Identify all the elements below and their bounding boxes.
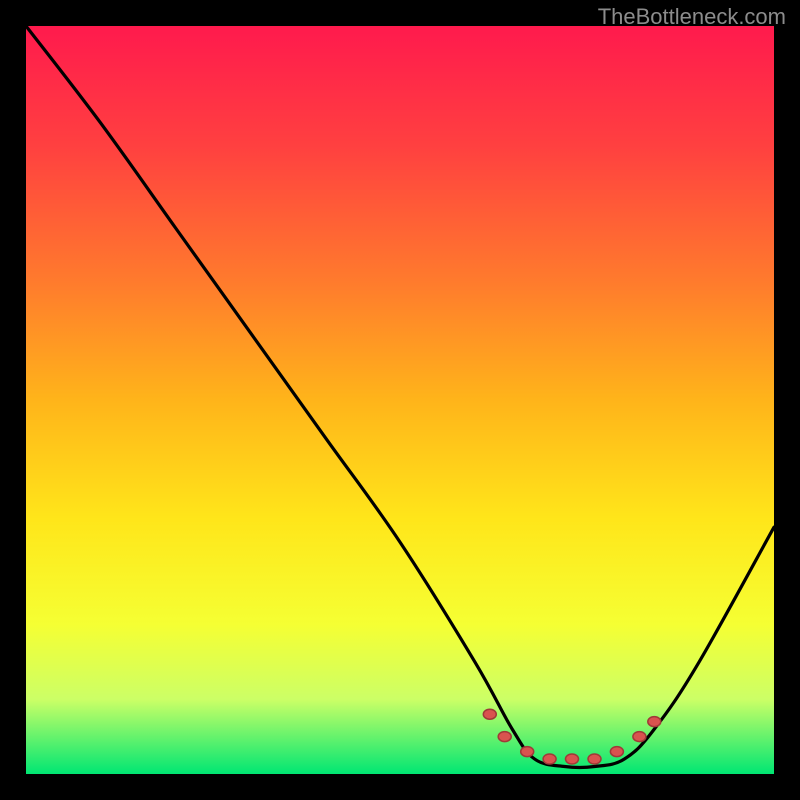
optimal-dot	[498, 732, 511, 742]
optimal-dot	[588, 754, 601, 764]
optimal-dot	[566, 754, 579, 764]
optimal-dot	[521, 747, 534, 757]
optimal-dot	[610, 747, 623, 757]
watermark-text: TheBottleneck.com	[598, 4, 786, 30]
optimal-dot	[543, 754, 556, 764]
optimal-dot	[483, 709, 496, 719]
optimal-dots-group	[483, 709, 661, 764]
optimal-dot	[633, 732, 646, 742]
optimal-dot	[648, 717, 661, 727]
chart-frame	[26, 26, 774, 774]
bottleneck-curve	[26, 26, 774, 768]
chart-svg	[26, 26, 774, 774]
